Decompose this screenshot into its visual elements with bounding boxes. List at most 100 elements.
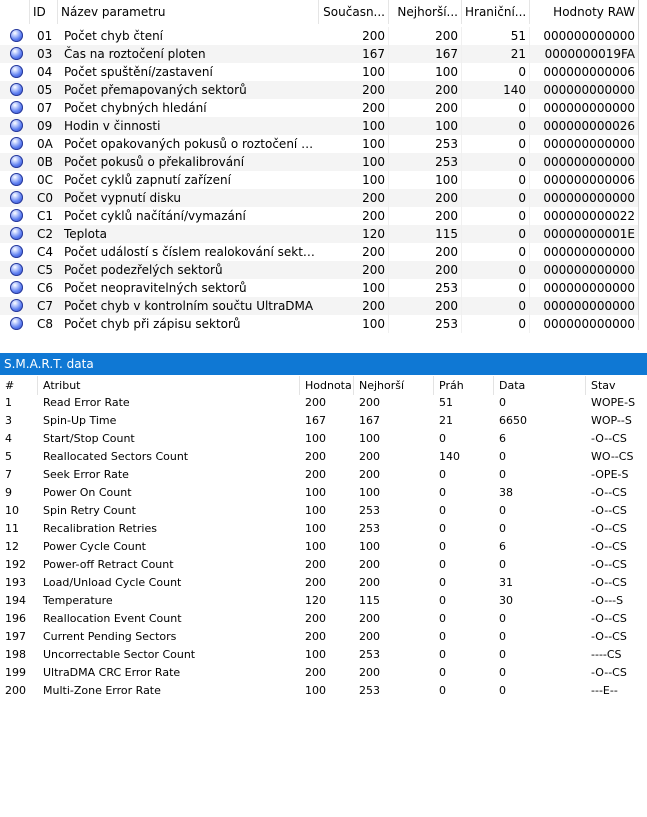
attribute-threshold: 0 [462,225,530,243]
header-name[interactable]: Název parametru [58,0,319,24]
smart-attr: Temperature [43,594,113,607]
smart-num: 199 [5,666,26,679]
table-row[interactable]: C7 Počet chyb v kontrolním součtu UltraDM… [0,297,638,315]
smart-status: -O--CS [591,666,627,679]
attribute-id: 03 [37,47,53,61]
smart-attr: Power On Count [43,486,132,499]
header-threshold[interactable]: Práh [434,376,494,395]
header-attr[interactable]: Atribut [38,376,300,395]
table-row[interactable]: 9 Power On Count 100 100 0 38 -O--CS [0,484,647,502]
attribute-current: 100 [319,153,389,171]
smart-num: 197 [5,630,26,643]
attribute-name: Počet chyb čtení [64,29,164,43]
header-value[interactable]: Hodnota [300,376,354,395]
attribute-id: C0 [37,191,54,205]
table-row[interactable]: 10 Spin Retry Count 100 253 0 0 -O--CS [0,502,647,520]
header-status-column[interactable] [0,0,30,24]
table-row[interactable]: 0A Počet opakovaných pokusů o roztočení p… [0,135,638,153]
attribute-current: 200 [319,27,389,45]
attribute-threshold: 140 [462,81,530,99]
attribute-threshold: 0 [462,189,530,207]
smart-data: 0 [499,648,506,661]
table-row[interactable]: C1 Počet cyklů načítání/vymazání 200 200 0 00… [0,207,638,225]
header-worst[interactable]: Nejhorší [354,376,434,395]
table-row[interactable]: 5 Reallocated Sectors Count 200 200 140 0 WO--… [0,448,647,466]
table-row[interactable]: 01 Počet chyb čtení 200 200 51 000000000000 [0,27,638,45]
attribute-threshold: 0 [462,315,530,333]
header-status[interactable]: Stav [586,376,647,395]
table-row[interactable]: 07 Počet chybných hledání 200 200 0 000000000… [0,99,638,117]
attribute-current: 120 [319,225,389,243]
smart-status: ----CS [591,648,622,661]
smart-worst: 100 [359,486,380,499]
header-current[interactable]: Současn... [319,0,389,24]
smart-status: ---E-- [591,684,618,697]
table-row[interactable]: C4 Počet událostí s číslem realokování se… [0,243,638,261]
attribute-raw: 000000000022 [543,209,635,223]
smart-status: -O--CS [591,576,627,589]
table-row[interactable]: 3 Spin-Up Time 167 167 21 6650 WOP--S [0,412,647,430]
smart-worst: 100 [359,432,380,445]
table-row[interactable]: 192 Power-off Retract Count 200 200 0 0 -O--CS [0,556,647,574]
attribute-name: Počet přemapovaných sektorů [64,83,247,97]
header-data[interactable]: Data [494,376,586,395]
header-threshold[interactable]: Hraniční... [462,0,530,24]
smart-worst: 200 [359,612,380,625]
table-row[interactable]: C5 Počet podezřelých sektorů 200 200 0 000000… [0,261,638,279]
attribute-worst: 200 [389,99,462,117]
table-row[interactable]: 197 Current Pending Sectors 200 200 0 0 -O--CS [0,628,647,646]
table-row[interactable]: 196 Reallocation Event Count 200 200 0 0 -O--C… [0,610,647,628]
header-id[interactable]: ID [30,0,58,24]
table-row[interactable]: 7 Seek Error Rate 200 200 0 0 -OPE-S [0,466,647,484]
attribute-id: 07 [37,101,53,115]
smart-attr: Power Cycle Count [43,540,146,553]
table-row[interactable]: 09 Hodin v činnosti 100 100 0 000000000026 [0,117,638,135]
table-row[interactable]: 200 Multi-Zone Error Rate 100 253 0 0 ---E-- [0,682,647,700]
attribute-worst: 253 [389,315,462,333]
header-worst[interactable]: Nejhorší... [389,0,462,24]
header-raw[interactable]: Hodnoty RAW [530,0,638,24]
table-row[interactable]: 0C Počet cyklů zapnutí zařízení 100 100 0 000… [0,171,638,189]
smart-value: 100 [305,522,326,535]
table-row[interactable]: 198 Uncorrectable Sector Count 100 253 0 0 ---… [0,646,647,664]
smart-worst: 253 [359,684,380,697]
smart-num: 200 [5,684,26,697]
header-num[interactable]: # [0,376,38,395]
table-row[interactable]: C6 Počet neopravitelných sektorů 100 253 0 00… [0,279,638,297]
table-row[interactable]: 0B Počet pokusů o překalibrování 100 253 0 00… [0,153,638,171]
attribute-id: 0C [37,173,54,187]
smart-threshold: 0 [439,684,446,697]
smart-status: -O--CS [591,522,627,535]
table-row[interactable]: 1 Read Error Rate 200 200 51 0 WOPE-S [0,394,647,412]
attribute-threshold: 0 [462,297,530,315]
smart-threshold: 0 [439,648,446,661]
table-row[interactable]: 11 Recalibration Retries 100 253 0 0 -O--CS [0,520,647,538]
smart-value: 200 [305,612,326,625]
table-row[interactable]: 193 Load/Unload Cycle Count 200 200 0 31 -O--C… [0,574,647,592]
table-row[interactable]: 12 Power Cycle Count 100 100 0 6 -O--CS [0,538,647,556]
table-row[interactable]: 4 Start/Stop Count 100 100 0 6 -O--CS [0,430,647,448]
smart-status: -O--CS [591,558,627,571]
smart-attr: Power-off Retract Count [43,558,174,571]
smart-threshold: 0 [439,630,446,643]
smart-value: 100 [305,486,326,499]
attribute-name: Počet chybných hledání [64,101,207,115]
smart-attr: Spin Retry Count [43,504,136,517]
smart-num: 12 [5,540,19,553]
attribute-raw: 000000000000 [543,281,635,295]
table-row[interactable]: 199 UltraDMA CRC Error Rate 200 200 0 0 -O--CS [0,664,647,682]
attribute-worst: 200 [389,189,462,207]
table-row[interactable]: C8 Počet chyb při zápisu sektorů 100 253 0 00… [0,315,638,333]
attribute-raw: 000000000000 [543,83,635,97]
table-row[interactable]: 04 Počet spuštění/zastavení 100 100 0 0000000… [0,63,638,81]
table-row[interactable]: 194 Temperature 120 115 0 30 -O---S [0,592,647,610]
attribute-worst: 253 [389,153,462,171]
table-row[interactable]: 03 Čas na roztočení ploten 167 167 21 0000000… [0,45,638,63]
attribute-current: 100 [319,279,389,297]
table-row[interactable]: C0 Počet vypnutí disku 200 200 0 000000000000 [0,189,638,207]
smart-data: 6650 [499,414,527,427]
table-row[interactable]: C2 Teplota 120 115 0 00000000001E [0,225,638,243]
smart-status: -OPE-S [591,468,629,481]
attribute-name: Počet chyb v kontrolním součtu UltraDMA [64,299,314,313]
table-row[interactable]: 05 Počet přemapovaných sektorů 200 200 140 00… [0,81,638,99]
